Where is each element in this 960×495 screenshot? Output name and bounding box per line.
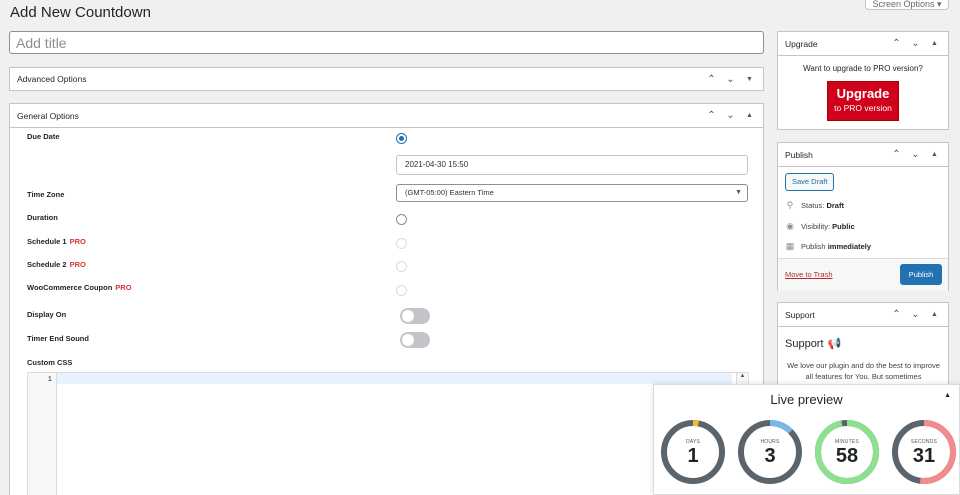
display-on-toggle[interactable] bbox=[400, 308, 430, 324]
eye-icon: ◉ bbox=[786, 221, 794, 231]
chevron-down-icon: ▼ bbox=[735, 189, 742, 196]
active-code-line[interactable] bbox=[57, 373, 732, 384]
move-up-icon[interactable]: ⌃ bbox=[887, 149, 906, 160]
timer-value: 31 bbox=[912, 445, 936, 467]
title-input[interactable]: Add title bbox=[9, 31, 764, 54]
publish-title: Publish bbox=[785, 149, 813, 160]
publish-header[interactable]: Publish ⌃ ⌄ ▲ bbox=[778, 143, 948, 167]
pin-icon: ⚲ bbox=[786, 200, 794, 210]
toggle-panel-icon[interactable]: ▲ bbox=[925, 311, 944, 318]
due-date-input[interactable]: 2021-04-30 15:50 bbox=[396, 155, 748, 175]
megaphone-icon: 📢 bbox=[827, 338, 842, 350]
schedule-1-radio[interactable] bbox=[396, 238, 407, 249]
toggle-panel-icon[interactable]: ▼ bbox=[740, 76, 759, 83]
timer-value: 58 bbox=[835, 445, 859, 467]
custom-css-editor[interactable]: 1 ▲ bbox=[27, 372, 749, 495]
upgrade-button[interactable]: Upgrade to PRO version bbox=[827, 81, 899, 121]
timer-minutes: MINUTES 58 bbox=[814, 419, 880, 485]
scroll-up-icon[interactable]: ▲ bbox=[737, 373, 748, 379]
general-options-header[interactable]: General Options ⌃ ⌄ ▲ bbox=[10, 104, 763, 128]
move-up-icon[interactable]: ⌃ bbox=[702, 74, 721, 85]
due-date-radio[interactable] bbox=[396, 133, 407, 144]
timer-days: DAYS 1 bbox=[660, 419, 726, 485]
toggle-panel-icon[interactable]: ▲ bbox=[740, 112, 759, 119]
schedule-2-radio[interactable] bbox=[396, 261, 407, 272]
advanced-options-box: Advanced Options ⌃ ⌄ ▼ bbox=[9, 67, 764, 91]
screen-options-button[interactable]: Screen Options ▾ bbox=[865, 0, 949, 10]
due-date-label: Due Date bbox=[27, 132, 60, 141]
upgrade-header[interactable]: Upgrade ⌃ ⌄ ▲ bbox=[778, 32, 948, 56]
timer-hours: HOURS 3 bbox=[737, 419, 803, 485]
support-text: We love our plugin and do the best to im… bbox=[787, 361, 940, 381]
move-up-icon[interactable]: ⌃ bbox=[887, 38, 906, 49]
pro-badge: PRO bbox=[69, 260, 86, 269]
visibility-row: ◉ Visibility: Public bbox=[786, 221, 855, 231]
timer-seconds: SECONDS 31 bbox=[891, 419, 957, 485]
general-options-title: General Options bbox=[17, 110, 79, 121]
woocommerce-coupon-label: WooCommerce Coupon PRO bbox=[27, 283, 132, 292]
move-down-icon[interactable]: ⌄ bbox=[721, 74, 740, 85]
move-up-icon[interactable]: ⌃ bbox=[887, 309, 906, 320]
publish-actions: Move to Trash Publish bbox=[778, 258, 948, 291]
duration-radio[interactable] bbox=[396, 214, 407, 225]
timer-value: 1 bbox=[687, 445, 699, 467]
upgrade-box: Upgrade ⌃ ⌄ ▲ Want to upgrade to PRO ver… bbox=[777, 31, 949, 130]
status-value: Draft bbox=[826, 201, 844, 210]
move-down-icon[interactable]: ⌄ bbox=[721, 110, 740, 121]
save-draft-button[interactable]: Save Draft bbox=[785, 173, 835, 191]
timer-end-sound-label: Timer End Sound bbox=[27, 334, 89, 343]
advanced-options-header[interactable]: Advanced Options ⌃ ⌄ ▼ bbox=[10, 68, 763, 90]
move-down-icon[interactable]: ⌄ bbox=[906, 38, 925, 49]
timer-end-sound-toggle[interactable] bbox=[400, 332, 430, 348]
status-row: ⚲ Status: Draft bbox=[786, 200, 844, 210]
advanced-options-title: Advanced Options bbox=[17, 74, 87, 84]
publish-box: Publish ⌃ ⌄ ▲ Save Draft ⚲ Status: Draft… bbox=[777, 142, 949, 291]
pro-badge: PRO bbox=[69, 237, 86, 246]
move-down-icon[interactable]: ⌄ bbox=[906, 149, 925, 160]
collapse-preview-icon[interactable]: ▲ bbox=[944, 392, 951, 399]
move-up-icon[interactable]: ⌃ bbox=[702, 110, 721, 121]
publish-when-value: immediately bbox=[827, 242, 872, 251]
duration-label: Duration bbox=[27, 213, 58, 222]
upgrade-button-sublabel: to PRO version bbox=[834, 103, 892, 113]
time-zone-select[interactable]: (GMT-05:00) Eastern Time ▼ bbox=[396, 184, 748, 202]
time-zone-value: (GMT-05:00) Eastern Time bbox=[405, 188, 494, 197]
support-header[interactable]: Support ⌃ ⌄ ▲ bbox=[778, 303, 948, 327]
pro-badge: PRO bbox=[115, 283, 132, 292]
woocommerce-coupon-radio[interactable] bbox=[396, 285, 407, 296]
toggle-panel-icon[interactable]: ▲ bbox=[925, 151, 944, 158]
general-options-box: General Options ⌃ ⌄ ▲ Due Date 2021-04-3… bbox=[9, 103, 764, 495]
line-number: 1 bbox=[47, 376, 52, 384]
page-title: Add New Countdown bbox=[10, 4, 151, 21]
support-title: Support bbox=[785, 309, 815, 320]
upgrade-title: Upgrade bbox=[785, 38, 818, 49]
time-zone-label: Time Zone bbox=[27, 190, 65, 199]
upgrade-button-label: Upgrade bbox=[836, 86, 890, 101]
live-preview-panel: Live preview ▲ DAYS 1 HOURS 3 MINUTES 58 SECON… bbox=[653, 384, 960, 495]
display-on-label: Display On bbox=[27, 310, 67, 319]
calendar-icon: ▦ bbox=[785, 241, 795, 251]
schedule-row: ▦ Publish immediately bbox=[785, 241, 872, 251]
move-to-trash-link[interactable]: Move to Trash bbox=[785, 270, 833, 279]
move-down-icon[interactable]: ⌄ bbox=[906, 309, 925, 320]
schedule-2-label: Schedule 2 PRO bbox=[27, 260, 86, 269]
publish-button[interactable]: Publish bbox=[900, 264, 942, 285]
timer-value: 3 bbox=[764, 445, 776, 467]
schedule-1-label: Schedule 1 PRO bbox=[27, 237, 86, 246]
code-gutter: 1 bbox=[28, 373, 57, 495]
upgrade-text: Want to upgrade to PRO version? bbox=[803, 64, 923, 73]
support-heading: Support 📢 bbox=[785, 337, 842, 351]
toggle-panel-icon[interactable]: ▲ bbox=[925, 40, 944, 47]
custom-css-label: Custom CSS bbox=[27, 358, 73, 367]
visibility-value: Public bbox=[832, 222, 855, 231]
live-preview-title: Live preview bbox=[770, 392, 843, 407]
